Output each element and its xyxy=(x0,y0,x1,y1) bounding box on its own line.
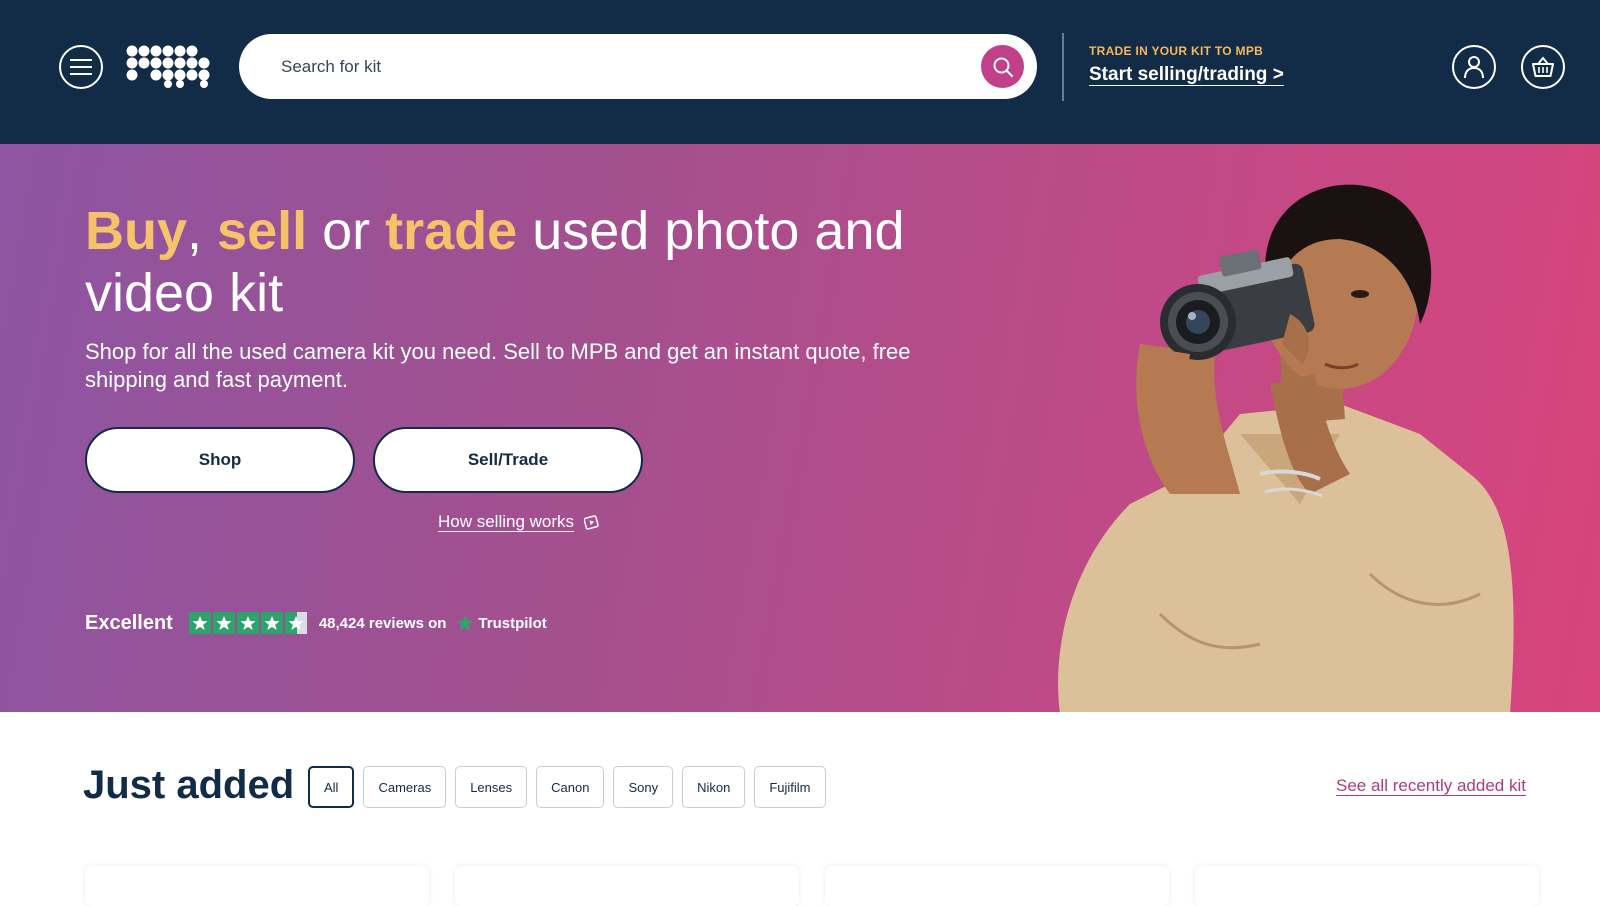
star-icon xyxy=(260,612,283,634)
sell-trade-button[interactable]: Sell/Trade xyxy=(373,427,643,493)
trustpilot-widget[interactable]: Excellent 48,424 reviews on Trustpilot xyxy=(85,610,547,636)
filter-chip-canon[interactable]: Canon xyxy=(536,766,605,808)
how-selling-works-link[interactable]: How selling works xyxy=(438,512,602,532)
header-divider xyxy=(1062,33,1064,101)
hero-title-sell: sell xyxy=(217,201,308,261)
trade-kicker: TRADE IN YOUR KIT TO MPB xyxy=(1089,44,1264,58)
filter-chip-fujifilm[interactable]: Fujifilm xyxy=(754,766,826,808)
trustpilot-brand: Trustpilot xyxy=(456,614,547,632)
trustpilot-star-icon xyxy=(456,615,474,631)
hero-title-or: or xyxy=(307,201,386,261)
hero-title-trade: trade xyxy=(385,201,518,261)
play-video-icon xyxy=(584,515,599,530)
search-icon xyxy=(993,57,1013,77)
filter-chip-all[interactable]: All xyxy=(308,766,355,808)
trustpilot-review-count: 48,424 reviews on xyxy=(318,614,447,632)
account-button[interactable] xyxy=(1452,45,1496,89)
start-selling-link[interactable]: Start selling/trading > xyxy=(1089,64,1284,86)
filter-chip-sony[interactable]: Sony xyxy=(613,766,674,808)
trustpilot-stars xyxy=(188,612,307,634)
just-added-filters: All Cameras Lenses Canon Sony Nikon Fuji… xyxy=(308,766,826,808)
just-added-title: Just added xyxy=(83,763,295,807)
hero-title: Buy, sell or trade used photo and video … xyxy=(85,200,985,324)
mpb-logo[interactable] xyxy=(126,44,214,88)
basket-button[interactable] xyxy=(1521,45,1565,89)
hero-subtitle: Shop for all the used camera kit you nee… xyxy=(85,339,911,392)
product-card[interactable] xyxy=(1195,866,1539,906)
filter-chip-cameras[interactable]: Cameras xyxy=(363,766,447,808)
search-button[interactable] xyxy=(981,45,1024,88)
product-card[interactable] xyxy=(85,866,429,906)
hero-banner: Buy, sell or trade used photo and video … xyxy=(0,144,1600,712)
star-icon xyxy=(188,612,211,634)
hero-title-buy: Buy xyxy=(85,201,188,261)
filter-chip-nikon[interactable]: Nikon xyxy=(682,766,746,808)
trustpilot-rating-text: Excellent xyxy=(85,611,173,634)
site-header: TRADE IN YOUR KIT TO MPB Start selling/t… xyxy=(0,0,1600,144)
search-bar xyxy=(239,34,1037,99)
how-selling-works-label: How selling works xyxy=(438,512,575,531)
filter-chip-lenses[interactable]: Lenses xyxy=(455,766,528,808)
hero-title-comma: , xyxy=(187,201,218,261)
shop-button[interactable]: Shop xyxy=(85,427,355,493)
half-star-icon xyxy=(284,612,307,634)
star-icon xyxy=(212,612,235,634)
user-icon xyxy=(1464,56,1484,79)
hero-photographer-image xyxy=(1058,184,1514,712)
product-card[interactable] xyxy=(455,866,799,906)
trustpilot-brand-label: Trustpilot xyxy=(478,614,547,632)
search-input[interactable] xyxy=(281,34,961,99)
menu-button[interactable] xyxy=(59,45,103,89)
product-card[interactable] xyxy=(825,866,1169,906)
hamburger-icon xyxy=(70,59,92,75)
see-all-recent-link[interactable]: See all recently added kit xyxy=(1336,776,1526,796)
basket-icon xyxy=(1532,56,1554,77)
star-icon xyxy=(236,612,259,634)
